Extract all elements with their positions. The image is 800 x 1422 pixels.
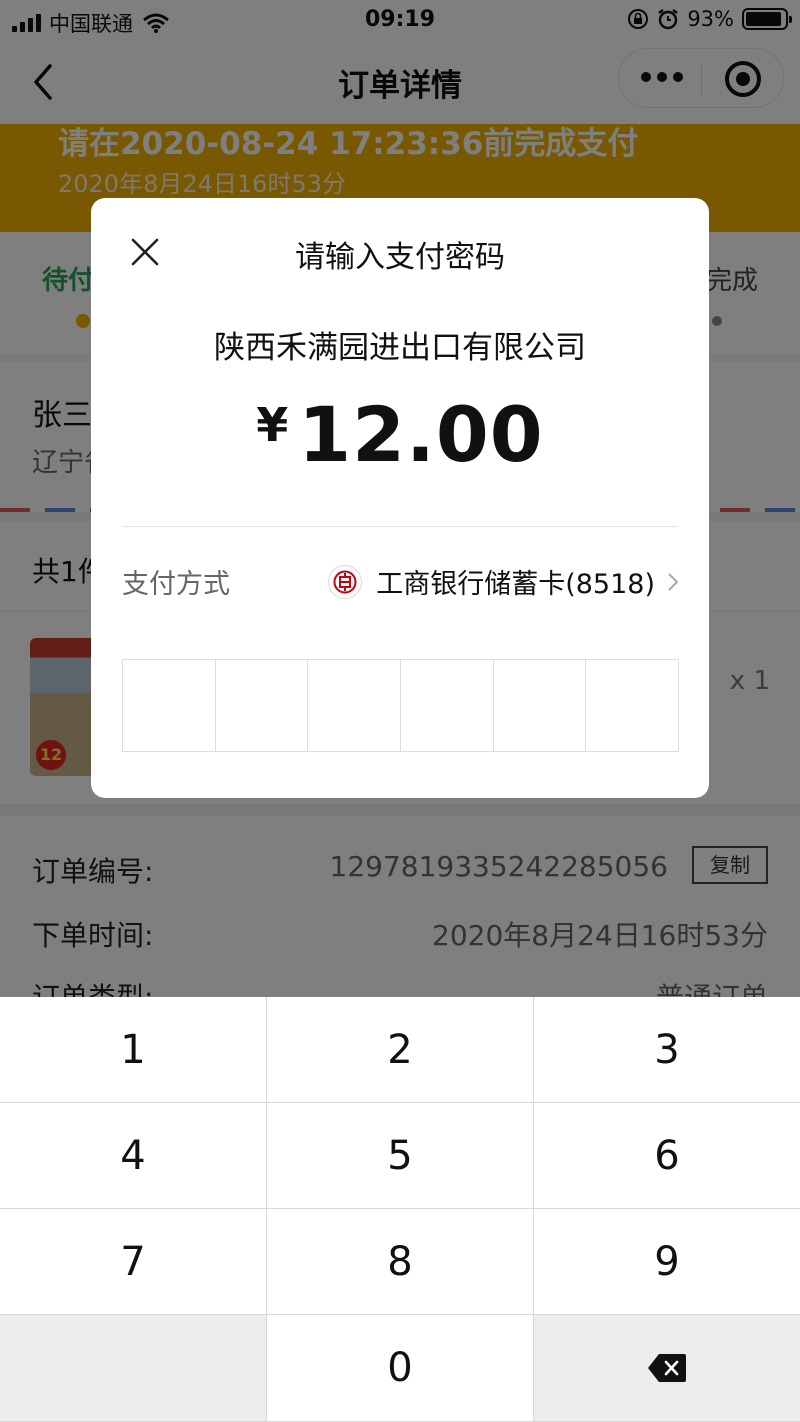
numeric-keypad: 1 2 3 4 5 6 7 8 9 0	[0, 997, 800, 1422]
key-5[interactable]: 5	[267, 1103, 533, 1208]
amount-value: 12.00	[298, 390, 544, 479]
password-digit-box	[586, 660, 678, 751]
key-4[interactable]: 4	[0, 1103, 266, 1208]
key-1[interactable]: 1	[0, 997, 266, 1102]
payment-method-label: 支付方式	[122, 569, 230, 600]
key-8[interactable]: 8	[267, 1209, 533, 1314]
password-input[interactable]	[122, 659, 679, 752]
delete-key[interactable]	[534, 1315, 800, 1421]
password-digit-box	[308, 660, 402, 751]
key-2[interactable]: 2	[267, 997, 533, 1102]
password-digit-box	[494, 660, 587, 751]
dialog-title: 请输入支付密码	[295, 240, 505, 275]
key-0[interactable]: 0	[267, 1315, 533, 1421]
payment-password-dialog: 请输入支付密码 陕西禾满园进出口有限公司 ¥12.00 支付方式 工商银行储蓄卡…	[91, 198, 709, 798]
currency-symbol: ¥	[256, 398, 289, 452]
key-7[interactable]: 7	[0, 1209, 266, 1314]
key-9[interactable]: 9	[534, 1209, 800, 1314]
backspace-icon	[648, 1354, 686, 1382]
chevron-right-icon	[668, 572, 679, 591]
key-blank	[0, 1315, 266, 1421]
divider	[122, 526, 678, 527]
payment-method-selector[interactable]: 工商银行储蓄卡(8518)	[328, 562, 679, 601]
password-digit-box	[123, 660, 216, 751]
key-6[interactable]: 6	[534, 1103, 800, 1208]
merchant-name: 陕西禾满园进出口有限公司	[214, 330, 586, 366]
password-digit-box	[401, 660, 494, 751]
key-3[interactable]: 3	[534, 997, 800, 1102]
password-digit-box	[216, 660, 309, 751]
payment-amount: ¥12.00	[91, 390, 709, 479]
icbc-logo-icon	[328, 564, 363, 599]
payment-method-name: 工商银行储蓄卡(8518)	[376, 569, 655, 600]
